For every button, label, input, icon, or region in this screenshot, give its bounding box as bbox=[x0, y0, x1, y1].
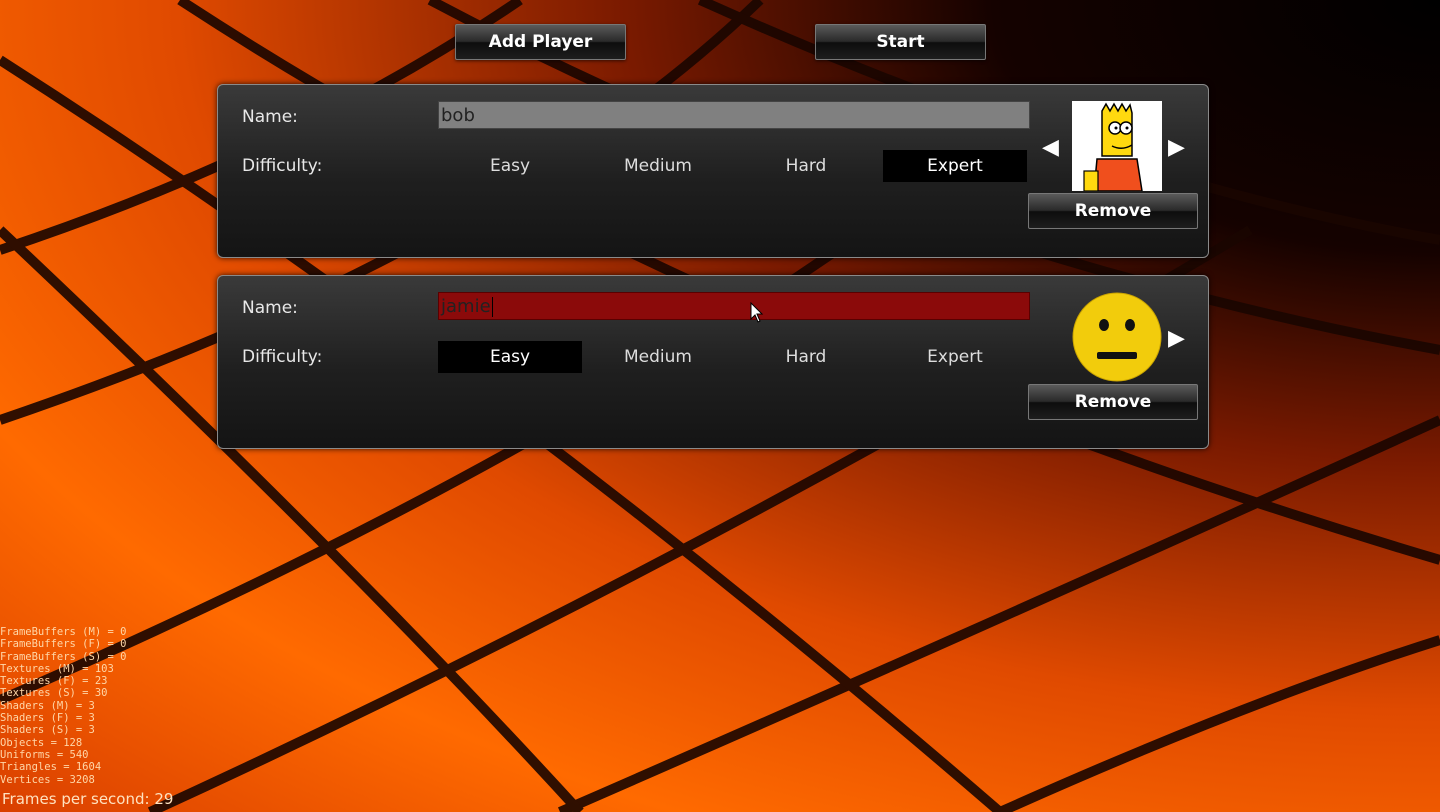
mouse-pointer-icon bbox=[750, 302, 764, 323]
difficulty-label: Difficulty: bbox=[242, 347, 323, 367]
next-avatar-arrow-icon[interactable]: ▶ bbox=[1168, 135, 1185, 160]
difficulty-option-expert[interactable]: Expert bbox=[883, 150, 1027, 182]
remove-player-button[interactable]: Remove bbox=[1028, 193, 1198, 229]
fps-counter: Frames per second: 29 bbox=[2, 790, 174, 808]
player-panel-2: Name: jamie Difficulty: Easy Medium Hard… bbox=[217, 275, 1209, 449]
difficulty-option-medium[interactable]: Medium bbox=[586, 341, 730, 373]
player-name-input[interactable]: bob bbox=[438, 101, 1030, 129]
difficulty-option-medium[interactable]: Medium bbox=[586, 150, 730, 182]
debug-stat-line: Shaders (F) = 3 bbox=[0, 712, 95, 725]
cartoon-boy-avatar-icon bbox=[1072, 101, 1162, 192]
next-avatar-arrow-icon[interactable]: ▶ bbox=[1168, 326, 1185, 351]
debug-stat-line: Triangles = 1604 bbox=[0, 761, 102, 774]
player-panel-1: Name: bob Difficulty: Easy Medium Hard E… bbox=[217, 84, 1209, 258]
difficulty-option-expert[interactable]: Expert bbox=[883, 341, 1027, 373]
debug-stat-line: Textures (S) = 30 bbox=[0, 687, 108, 700]
neutral-face-avatar-icon bbox=[1072, 292, 1162, 382]
difficulty-option-hard[interactable]: Hard bbox=[734, 341, 878, 373]
difficulty-option-hard[interactable]: Hard bbox=[734, 150, 878, 182]
debug-stat-line: Shaders (M) = 3 bbox=[0, 699, 95, 712]
debug-stat-line: Shaders (S) = 3 bbox=[0, 724, 95, 737]
start-button[interactable]: Start bbox=[815, 24, 986, 60]
debug-stat-line: Uniforms = 540 bbox=[0, 748, 89, 761]
text-caret bbox=[491, 297, 493, 317]
add-player-button[interactable]: Add Player bbox=[455, 24, 626, 60]
debug-stat-line: FrameBuffers (F) = 0 bbox=[0, 638, 127, 651]
difficulty-option-easy[interactable]: Easy bbox=[438, 150, 582, 182]
name-input-value: jamie bbox=[441, 296, 491, 317]
player-name-input-active[interactable]: jamie bbox=[438, 292, 1030, 320]
debug-stat-line: FrameBuffers (S) = 0 bbox=[0, 650, 127, 663]
remove-player-button[interactable]: Remove bbox=[1028, 384, 1198, 420]
debug-stat-line: FrameBuffers (M) = 0 bbox=[0, 626, 127, 638]
name-label: Name: bbox=[242, 298, 298, 318]
difficulty-option-easy[interactable]: Easy bbox=[438, 341, 582, 373]
debug-stat-line: Textures (F) = 23 bbox=[0, 675, 108, 688]
debug-stat-line: Textures (M) = 103 bbox=[0, 662, 114, 675]
difficulty-label: Difficulty: bbox=[242, 156, 323, 176]
name-label: Name: bbox=[242, 107, 298, 127]
debug-stats-overlay: FrameBuffers (M) = 0 FrameBuffers (F) = 0… bbox=[0, 626, 126, 786]
debug-stat-line: Objects = 128 bbox=[0, 736, 83, 749]
debug-stat-line: Vertices = 3208 bbox=[0, 773, 95, 786]
previous-avatar-arrow-icon[interactable]: ◀ bbox=[1042, 135, 1059, 160]
